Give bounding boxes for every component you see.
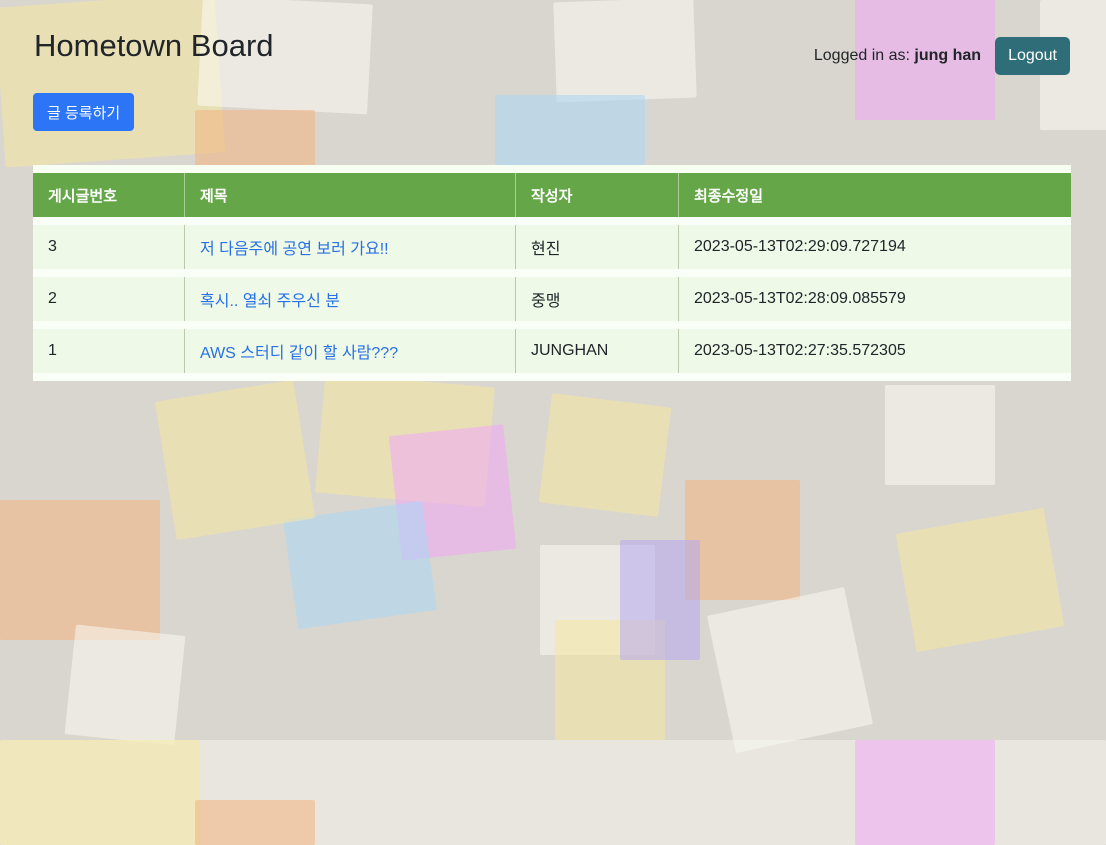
post-title-cell: AWS 스터디 같이 할 사람??? [184, 325, 516, 377]
post-author-cell: 현진 [515, 221, 679, 273]
write-post-button[interactable]: 글 등록하기 [33, 93, 135, 131]
post-number-cell: 2 [33, 273, 185, 325]
post-modified-cell: 2023-05-13T02:29:09.727194 [694, 238, 906, 255]
logout-button[interactable]: Logout [995, 37, 1070, 75]
logged-in-label: Logged in as: jung han [814, 47, 981, 65]
post-modified-cell: 2023-05-13T02:28:09.085579 [694, 290, 906, 307]
column-header-modified-date: 최종수정일 [678, 173, 1071, 221]
post-number-cell: 3 [33, 221, 185, 273]
sticky-notes-background [0, 0, 1106, 845]
post-modified-cell: 2023-05-13T02:27:35.572305 [694, 342, 906, 359]
post-title-link[interactable]: 혹시.. 열쇠 주우신 분 [200, 293, 340, 310]
username: jung han [914, 47, 982, 64]
board-table-container: 게시글번호 제목 작성자 최종수정일 3 저 다음주에 공연 보러 가요!! 현… [33, 165, 1071, 381]
post-author-cell: 중맹 [515, 273, 679, 325]
post-author-cell: JUNGHAN [515, 325, 679, 377]
post-title-cell: 혹시.. 열쇠 주우신 분 [184, 273, 516, 325]
post-title-link[interactable]: 저 다음주에 공연 보러 가요!! [200, 241, 389, 258]
post-title-cell: 저 다음주에 공연 보러 가요!! [184, 221, 516, 273]
page-title: Hometown Board [34, 28, 274, 63]
user-session-box: Logged in as: jung han Logout [814, 37, 1070, 75]
column-header-title: 제목 [184, 173, 516, 221]
table-header-row: 게시글번호 제목 작성자 최종수정일 [33, 173, 1071, 221]
post-title-link[interactable]: AWS 스터디 같이 할 사람??? [200, 345, 398, 362]
table-row: 3 저 다음주에 공연 보러 가요!! 현진 2023-05-13T02:29:… [33, 221, 1071, 273]
column-header-author: 작성자 [515, 173, 679, 221]
board-table: 게시글번호 제목 작성자 최종수정일 3 저 다음주에 공연 보러 가요!! 현… [33, 173, 1071, 381]
logged-in-prefix: Logged in as: [813, 47, 910, 64]
table-row: 1 AWS 스터디 같이 할 사람??? JUNGHAN 2023-05-13T… [33, 325, 1071, 377]
table-row: 2 혹시.. 열쇠 주우신 분 중맹 2023-05-13T02:28:09.0… [33, 273, 1071, 325]
post-number-cell: 1 [33, 325, 185, 377]
column-header-post-number: 게시글번호 [33, 173, 185, 221]
